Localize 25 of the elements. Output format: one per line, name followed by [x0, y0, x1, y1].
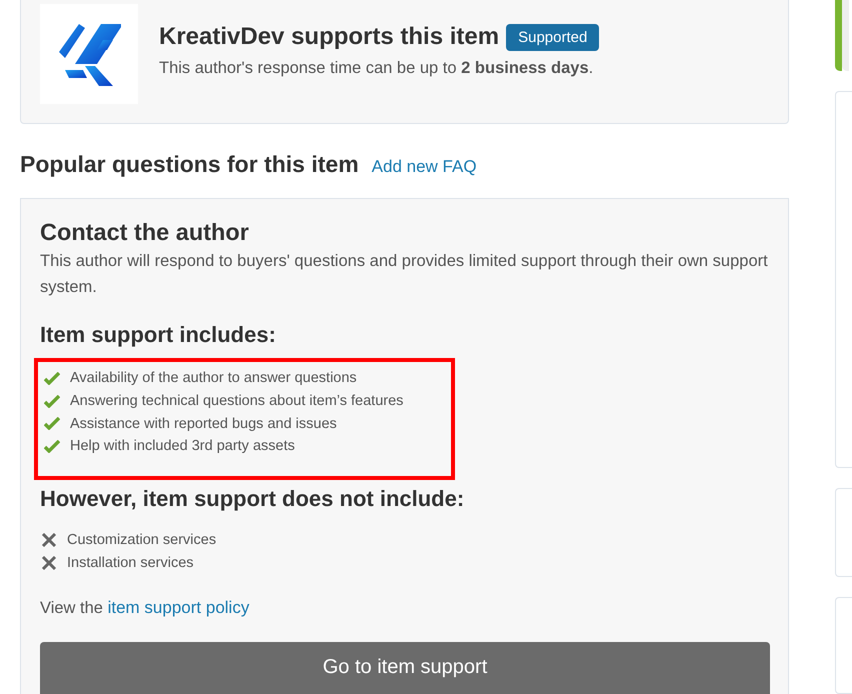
close-icon: [40, 533, 57, 548]
check-icon: [44, 440, 60, 453]
included-item: Availability of the author to answer questions: [70, 370, 357, 386]
excluded-item: Customization services: [67, 532, 216, 548]
included-item: Assistance with reported bugs and issues: [70, 416, 337, 432]
close-icon: [40, 556, 57, 570]
policy-link[interactable]: item support policy: [108, 598, 250, 618]
item-support-button[interactable]: Go to item support: [40, 642, 770, 694]
response-time-text: This author's response time can be up to 2 business days.: [159, 59, 594, 78]
faq-heading: Popular questions for this item: [20, 151, 359, 178]
add-faq-link[interactable]: Add new FAQ: [372, 157, 477, 177]
excluded-item: Installation services: [67, 554, 194, 571]
check-icon: [44, 417, 60, 430]
check-icon: [44, 372, 60, 385]
policy-text: View the: [40, 599, 104, 618]
logo-icon: [57, 22, 121, 86]
contact-heading: Contact the author: [40, 219, 250, 246]
check-icon: [44, 394, 60, 408]
author-support-title: KreativDev supports this item: [159, 23, 500, 51]
included-item: Help with included 3rd party assets: [70, 438, 295, 454]
includes-heading: Item support includes:: [40, 322, 277, 348]
excludes-heading: However, item support does not include:: [40, 486, 466, 512]
contact-description: This author will respond to buyers' questions and provides limited support through their own support system.: [40, 251, 769, 298]
supported-badge: Supported: [506, 24, 600, 50]
included-item: Answering technical questions about item’s features: [70, 393, 404, 410]
